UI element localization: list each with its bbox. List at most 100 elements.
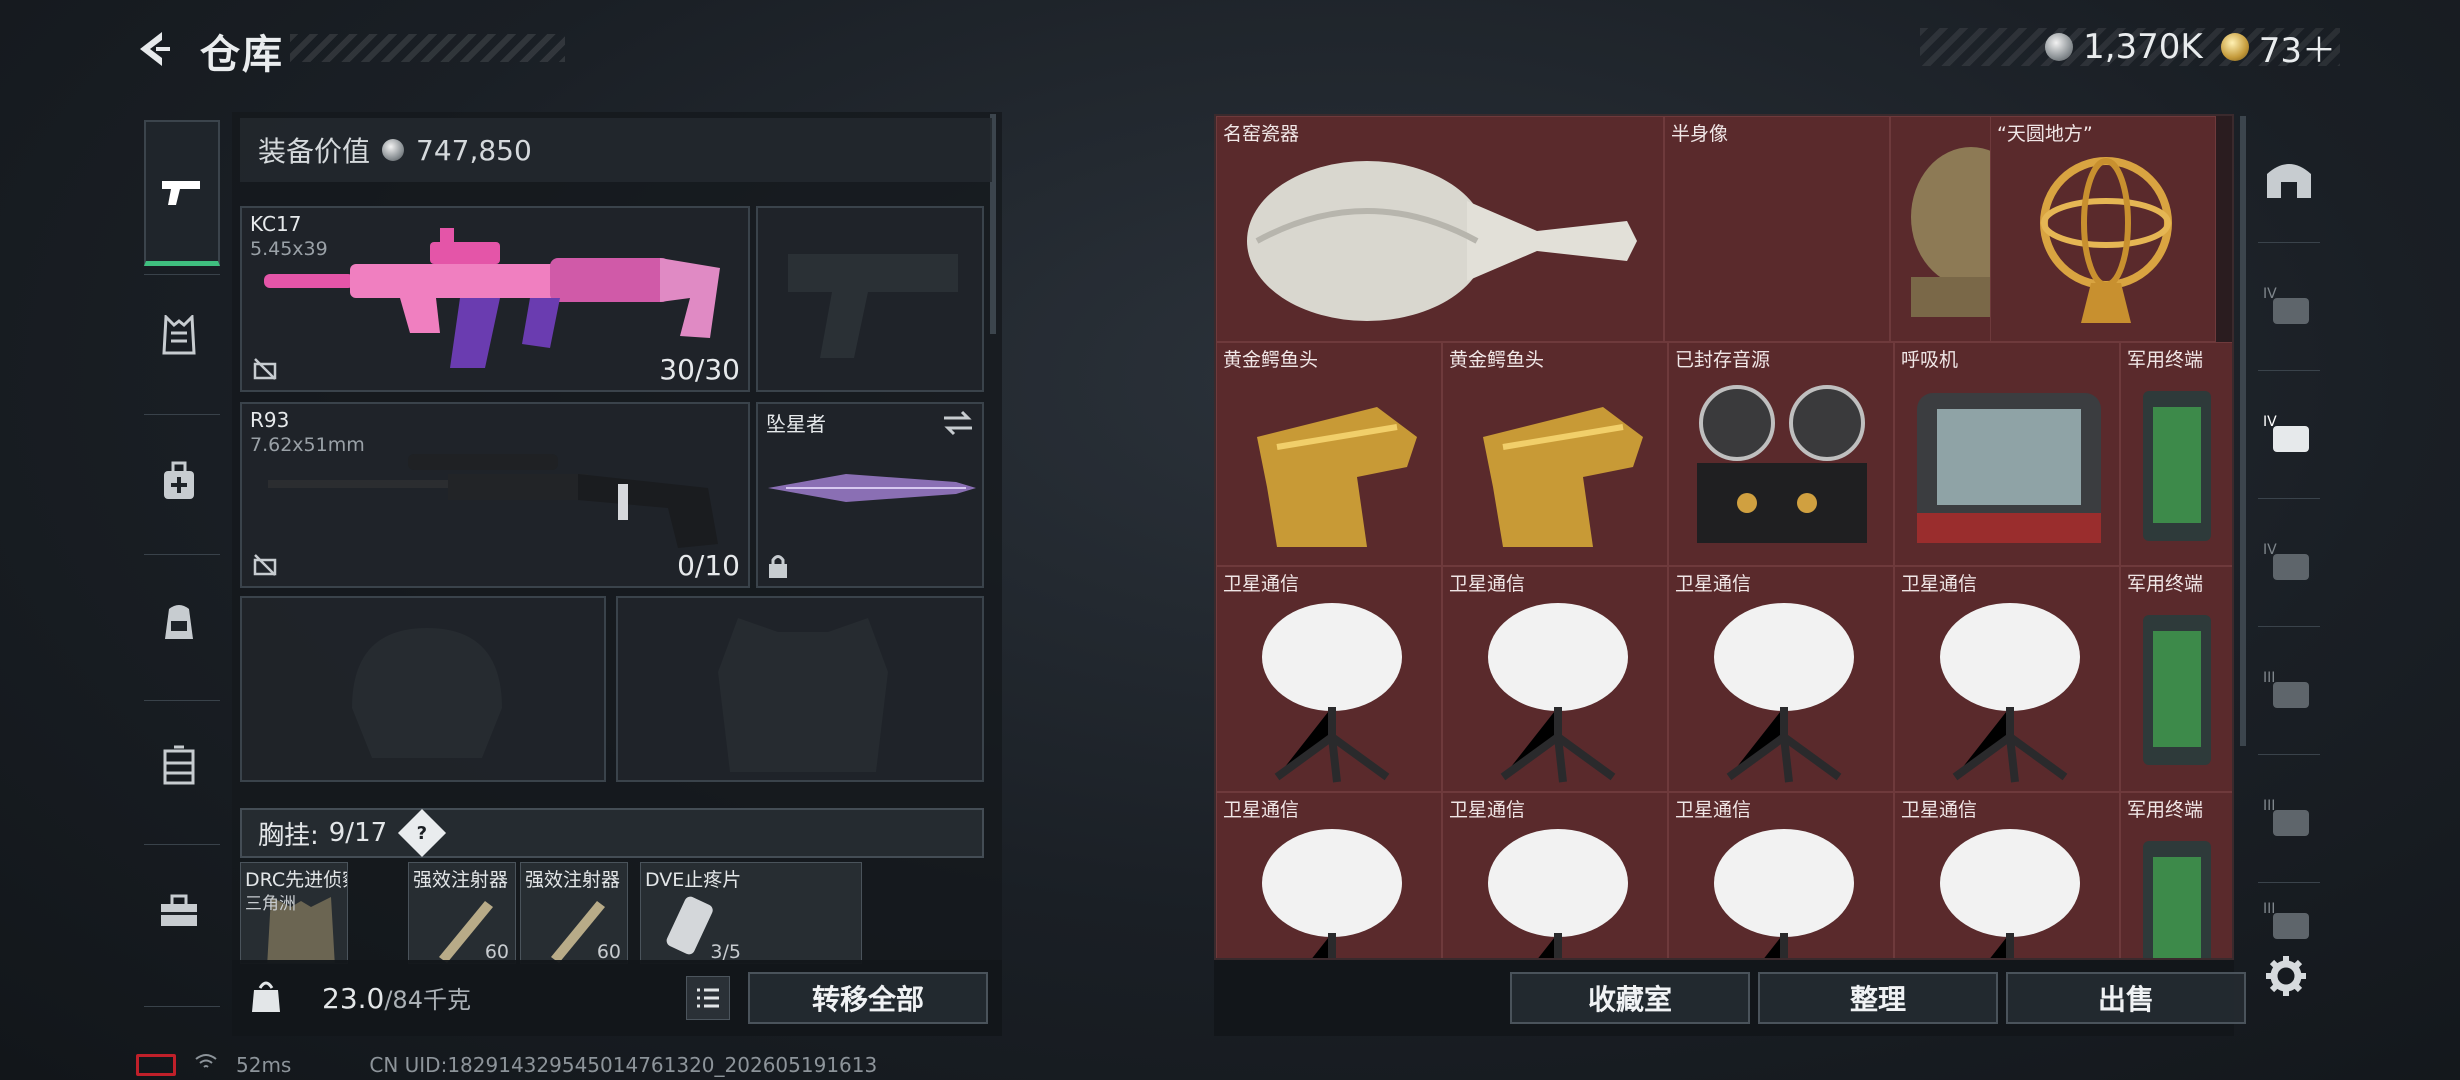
chest-rig-count: 9/17: [328, 818, 388, 848]
storage-tier-iii-icon: III: [2263, 798, 2309, 836]
tab-storage-iii-3[interactable]: III: [2248, 882, 2330, 960]
satellite-dish-image: [1714, 603, 1854, 783]
storage-item[interactable]: 卫星通信: [1894, 566, 2120, 792]
sidenav-item-storage[interactable]: [144, 700, 214, 830]
page-title: 仓库: [200, 32, 284, 78]
storage-box-icon: [163, 745, 195, 785]
storage-item-name: 呼吸机: [1901, 349, 1959, 371]
sidenav-item-chest-rig[interactable]: [144, 270, 214, 400]
helmet-slot[interactable]: [240, 596, 606, 782]
satellite-dish-image: [1262, 829, 1402, 958]
melee-knife-image: [768, 474, 976, 502]
chest-item-name: DVE止疼片: [645, 869, 742, 891]
tab-storage-iv-3[interactable]: IV: [2248, 498, 2330, 626]
sidearm-slot[interactable]: [756, 206, 984, 392]
storage-tabs: IV IV IV III III III: [2248, 114, 2330, 960]
no-insure-icon: [253, 554, 277, 576]
porcelain-vase-image: [1247, 161, 1637, 321]
chest-item-rig[interactable]: DRC先进侦察... 三角洲: [240, 862, 348, 964]
chest-rig-bar[interactable]: 胸挂: 9/17 ?: [240, 808, 984, 858]
satellite-dish-image: [1488, 829, 1628, 958]
silver-currency-value: 1,370K: [2083, 27, 2203, 67]
tab-storage-iii-1[interactable]: III: [2248, 626, 2330, 754]
settings-gear-icon[interactable]: [2264, 954, 2308, 998]
storage-item[interactable]: 黄金鳄鱼头: [1216, 342, 1442, 566]
storage-item[interactable]: 卫星通信: [1442, 792, 1668, 958]
tab-storage-iii-2[interactable]: III: [2248, 754, 2330, 882]
melee-name: 坠星者: [766, 412, 826, 436]
uid-text: CN UID:18291432954501476132​0_2026051916…: [369, 1052, 878, 1077]
storage-item-name: 卫星通信: [1223, 573, 1300, 595]
silver-coin-icon: [2045, 33, 2074, 61]
storage-item[interactable]: 卫星通信: [1894, 792, 2120, 958]
storage-item[interactable]: “天圆地方”: [1990, 116, 2216, 342]
equipment-value-label: 装备价值: [258, 135, 371, 168]
storage-item[interactable]: 卫星通信: [1442, 566, 1668, 792]
primary-weapon-slot[interactable]: KC17 5.45x39 30/30: [240, 206, 750, 392]
storage-item[interactable]: 卫星通信: [1668, 792, 1894, 958]
storage-tier-iv-icon: IV: [2263, 542, 2309, 580]
melee-slot[interactable]: 坠星者: [756, 402, 984, 588]
equipment-value: 747,850: [416, 133, 532, 167]
title-decoration: [290, 34, 565, 62]
storage-tier-iv-icon: IV: [2263, 414, 2309, 452]
storage-item[interactable]: 半身像: [1664, 116, 1890, 342]
storage-item[interactable]: 黄金鳄鱼头: [1442, 342, 1668, 566]
helmet-placeholder-icon: [352, 628, 502, 758]
sidenav-item-weapons[interactable]: [144, 120, 220, 266]
storage-item-name: 卫星通信: [1449, 799, 1526, 821]
wifi-icon: [194, 1052, 218, 1077]
satellite-dish-image: [1262, 603, 1402, 783]
satellite-dish-image: [1488, 603, 1628, 783]
pistol-icon: [162, 180, 200, 205]
gold-currency[interactable]: 73＋: [2220, 23, 2336, 72]
storage-item[interactable]: 卫星通信: [1216, 566, 1442, 792]
storage-item-name: 军用终端: [2127, 349, 2204, 371]
chest-item-painkiller[interactable]: DVE止疼片 3/5: [640, 862, 862, 964]
list-view-button[interactable]: [686, 976, 730, 1020]
chest-item-injector[interactable]: 强效注射器 60: [408, 862, 516, 964]
storage-item[interactable]: 名窑瓷器: [1216, 116, 1664, 342]
sidenav-item-medic[interactable]: [144, 416, 214, 546]
storage-item[interactable]: 呼吸机: [1894, 342, 2120, 566]
tab-safehouse[interactable]: [2248, 114, 2330, 242]
storage-item-name: 黄金鳄鱼头: [1223, 349, 1319, 371]
armor-slot[interactable]: [616, 596, 984, 782]
storage-tier-iii-icon: III: [2263, 901, 2309, 939]
storage-item[interactable]: 军用终端: [2120, 566, 2232, 792]
swap-icon[interactable]: [942, 410, 974, 436]
sealed-reel-recorder-image: [1697, 385, 1867, 543]
storage-item[interactable]: 卫星通信: [1216, 792, 1442, 958]
equipment-value-bar: 装备价值 747,850: [240, 118, 992, 182]
help-icon[interactable]: ?: [398, 808, 447, 858]
sidenav-item-toolbox[interactable]: [144, 846, 214, 976]
sell-button[interactable]: 出售: [2006, 972, 2246, 1024]
tab-storage-iv-2[interactable]: IV: [2248, 370, 2330, 498]
storage-item[interactable]: 军用终端: [2120, 342, 2232, 566]
transfer-all-button[interactable]: 转移全部: [748, 972, 988, 1024]
silver-coin-icon: [382, 139, 405, 161]
tab-storage-iv-1[interactable]: IV: [2248, 242, 2330, 370]
back-icon[interactable]: [132, 28, 174, 70]
primary-weapon-ammo: 30/30: [659, 353, 740, 386]
storage-item[interactable]: 已封存音源: [1668, 342, 1894, 566]
satellite-dish-image: [1940, 829, 2080, 958]
chest-item-sub: 三角洲: [245, 894, 296, 914]
pistol-placeholder-icon: [788, 254, 958, 358]
storage-item-name: “天圆地方”: [1997, 123, 2093, 145]
chest-item-injector[interactable]: 强效注射器 60: [520, 862, 628, 964]
collection-room-button[interactable]: 收藏室: [1510, 972, 1750, 1024]
safehouse-icon: [2267, 164, 2311, 198]
svg-text:III: III: [2263, 798, 2275, 814]
storage-item[interactable]: 卫星通信: [1668, 566, 1894, 792]
storage-item[interactable]: 军用终端: [2120, 792, 2232, 958]
sidenav-item-backpack[interactable]: [144, 556, 214, 686]
storage-grid: 名窑瓷器 半身像 “天圆地方” 黄金鳄鱼头 黄金鳄鱼头 已封存音源 呼吸机 军用…: [1214, 114, 2234, 960]
storage-item-name: 卫星通信: [1675, 799, 1752, 821]
silver-currency[interactable]: 1,370K: [2045, 27, 2203, 67]
lock-icon: [769, 555, 787, 578]
secondary-weapon-slot[interactable]: R93 7.62x51mm 0/10: [240, 402, 750, 588]
storage-scrollbar[interactable]: [2240, 116, 2246, 746]
organize-button[interactable]: 整理: [1758, 972, 1998, 1024]
no-insure-icon: [253, 358, 277, 380]
